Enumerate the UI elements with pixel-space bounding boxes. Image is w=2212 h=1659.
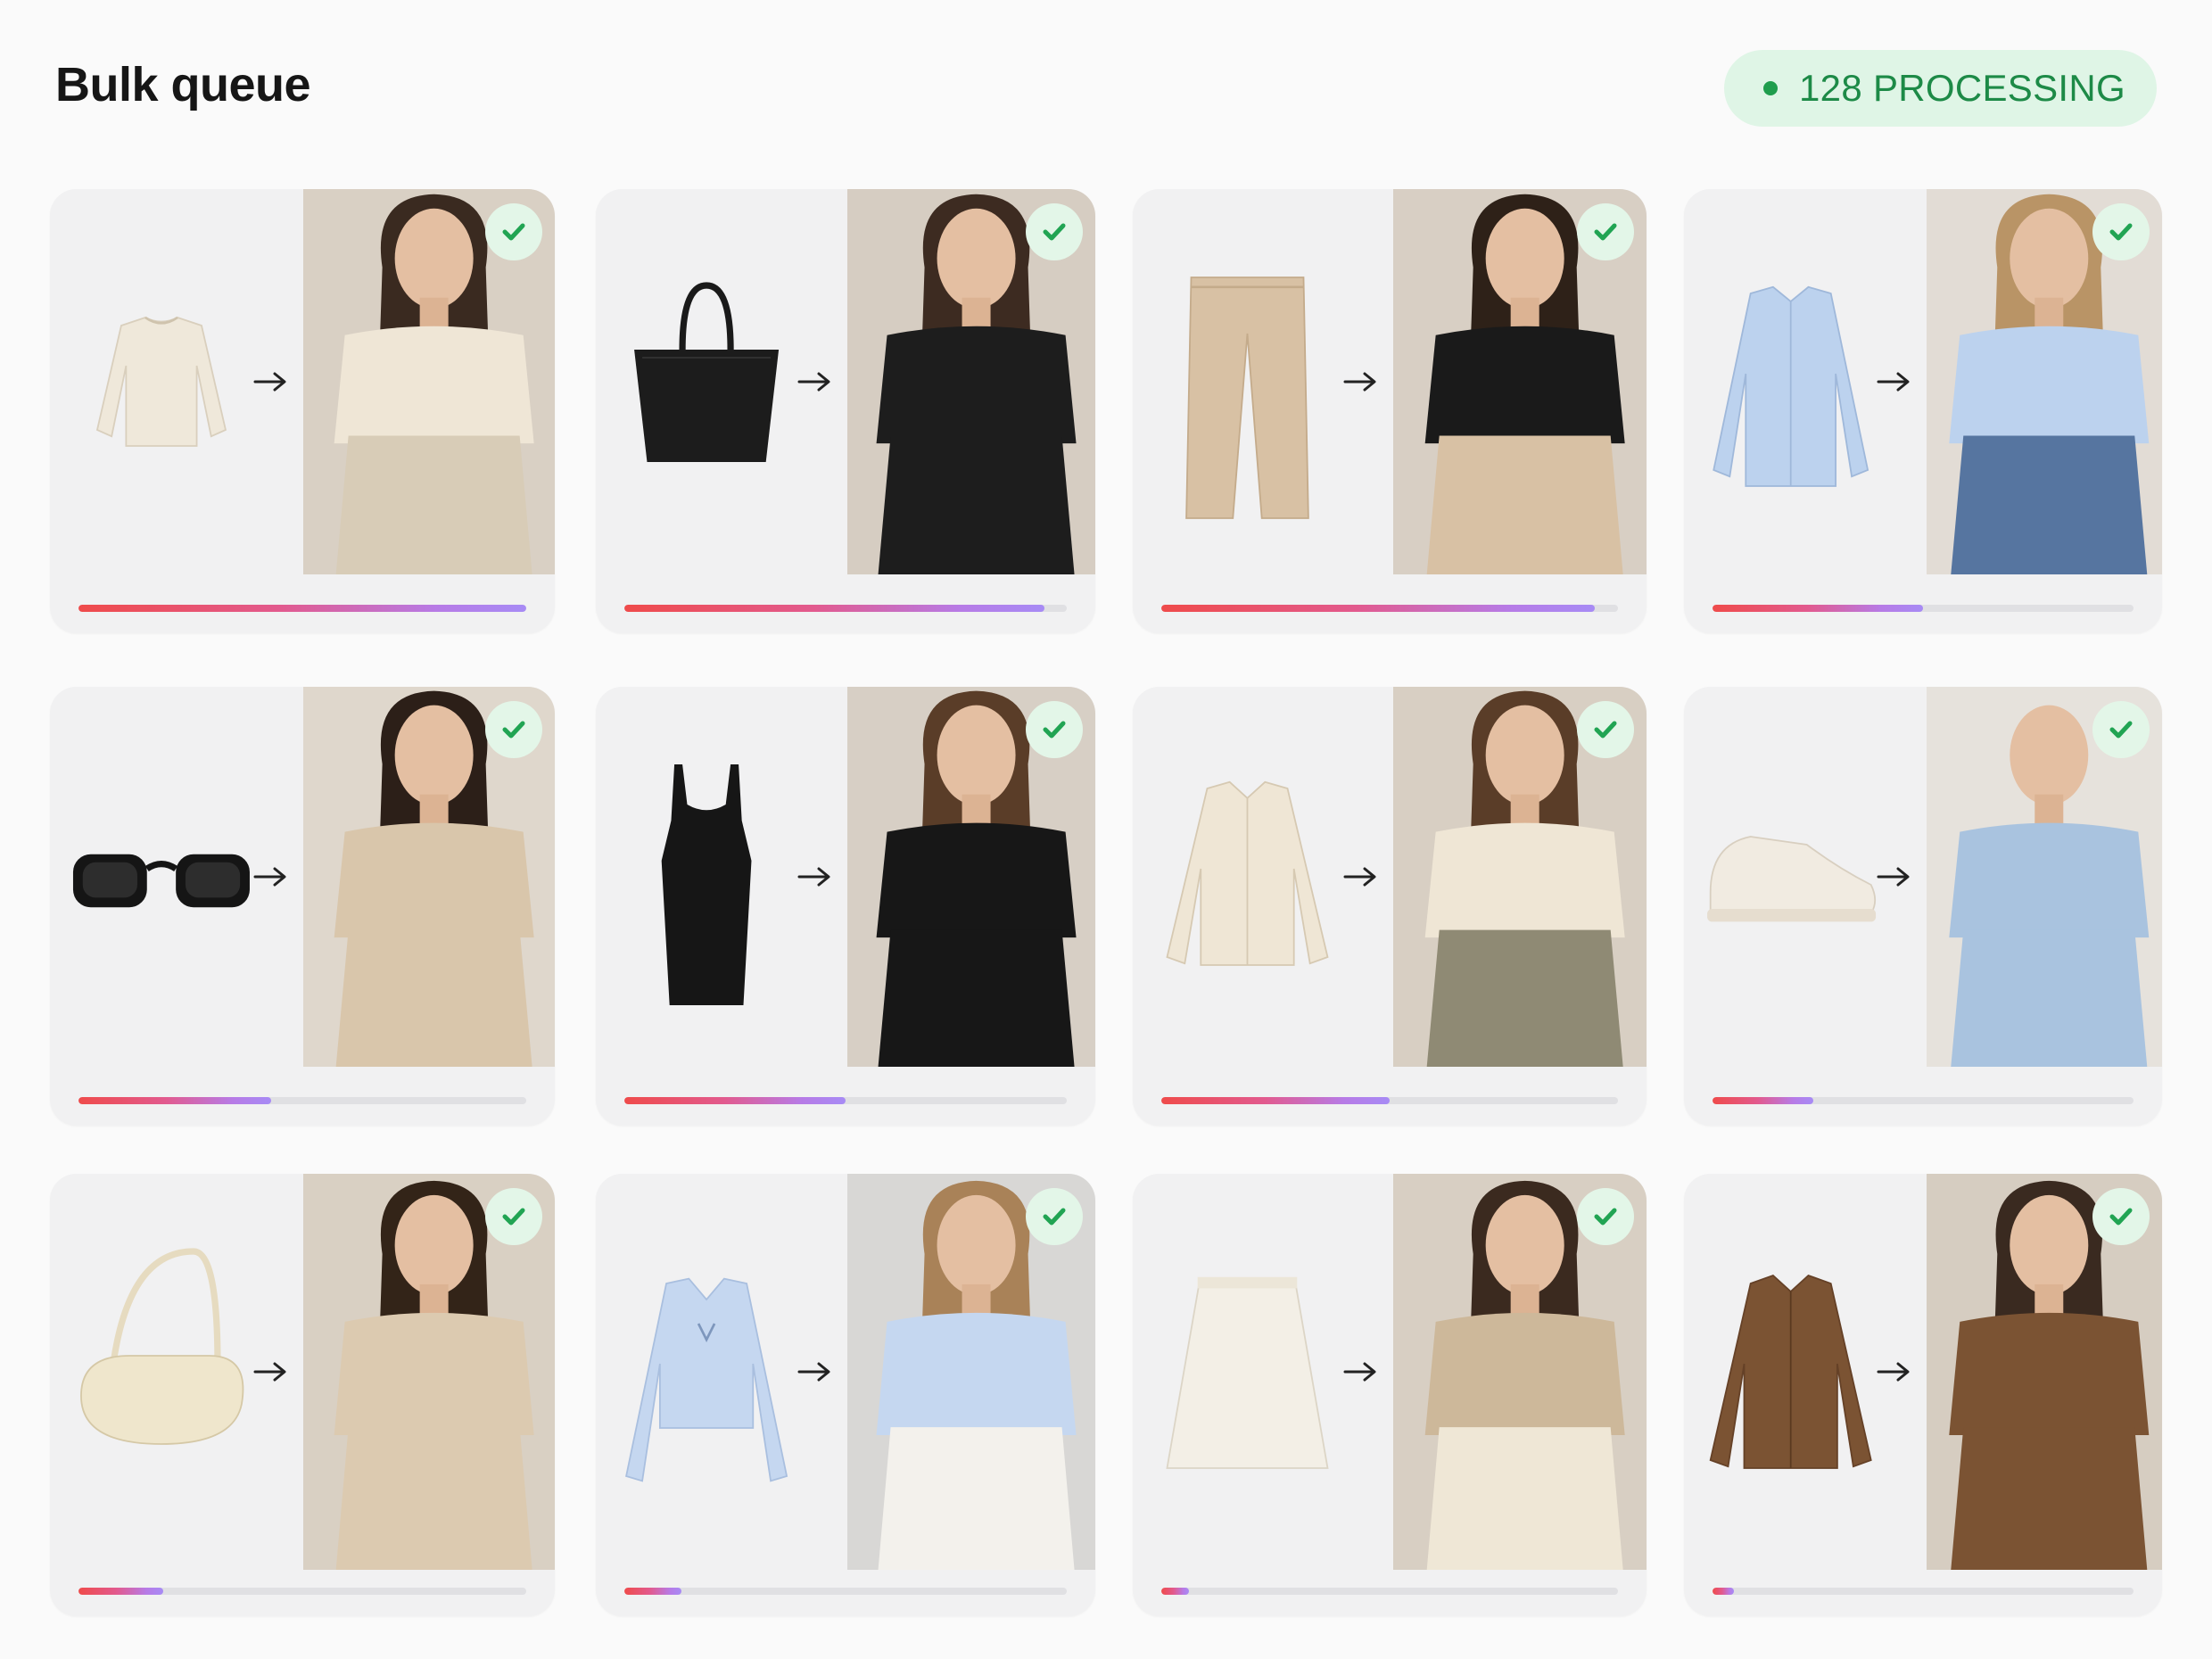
arrow-right-icon <box>253 1361 289 1382</box>
queue-card[interactable] <box>1684 189 2162 633</box>
progress-fill <box>1713 1588 1734 1595</box>
progress-bar <box>1713 1588 2134 1595</box>
queue-card[interactable] <box>50 687 555 1126</box>
progress-bar <box>78 1097 526 1104</box>
queue-card[interactable] <box>1133 1174 1647 1616</box>
progress-fill <box>78 605 526 612</box>
progress-fill <box>1161 1588 1189 1595</box>
progress-fill <box>624 605 1045 612</box>
header: Bulk queue 128 PROCESSING <box>0 0 2212 169</box>
progress-bar <box>1161 1588 1618 1595</box>
progress-bar <box>78 605 526 612</box>
queue-card[interactable] <box>50 189 555 633</box>
checkmark-icon <box>2092 701 2150 758</box>
checkmark-icon <box>1577 1188 1634 1245</box>
checkmark-icon <box>485 701 542 758</box>
checkmark-icon <box>485 203 542 260</box>
progress-bar <box>1161 605 1618 612</box>
progress-bar <box>1161 1097 1618 1104</box>
arrow-right-icon <box>253 866 289 887</box>
progress-bar <box>624 1588 1067 1595</box>
queue-card[interactable] <box>50 1174 555 1616</box>
progress-fill <box>78 1588 164 1595</box>
arrow-right-icon <box>1343 1361 1379 1382</box>
progress-fill <box>78 1097 271 1104</box>
queue-card[interactable] <box>596 189 1095 633</box>
checkmark-icon <box>1577 203 1634 260</box>
queue-card[interactable] <box>1133 687 1647 1126</box>
queue-card[interactable] <box>596 687 1095 1126</box>
checkmark-icon <box>485 1188 542 1245</box>
checkmark-icon <box>1577 701 1634 758</box>
arrow-right-icon <box>797 866 833 887</box>
progress-fill <box>624 1588 682 1595</box>
arrow-right-icon <box>253 371 289 392</box>
arrow-right-icon <box>1877 371 1912 392</box>
progress-bar <box>624 1097 1067 1104</box>
progress-fill <box>624 1097 846 1104</box>
status-dot-icon <box>1763 81 1778 95</box>
progress-fill <box>1161 1097 1390 1104</box>
progress-bar <box>624 605 1067 612</box>
arrow-right-icon <box>797 1361 833 1382</box>
checkmark-icon <box>1026 203 1083 260</box>
page-title: Bulk queue <box>55 58 311 111</box>
arrow-right-icon <box>797 371 833 392</box>
progress-bar <box>78 1588 526 1595</box>
checkmark-icon <box>1026 701 1083 758</box>
queue-card[interactable] <box>596 1174 1095 1616</box>
arrow-right-icon <box>1343 371 1379 392</box>
queue-card[interactable] <box>1684 1174 2162 1616</box>
arrow-right-icon <box>1877 1361 1912 1382</box>
processing-count-label: 128 PROCESSING <box>1799 67 2125 109</box>
queue-card[interactable] <box>1133 189 1647 633</box>
progress-fill <box>1161 605 1596 612</box>
progress-bar <box>1713 605 2134 612</box>
progress-fill <box>1713 1097 1814 1104</box>
arrow-right-icon <box>1343 866 1379 887</box>
progress-fill <box>1713 605 1923 612</box>
progress-bar <box>1713 1097 2134 1104</box>
checkmark-icon <box>2092 1188 2150 1245</box>
processing-status-badge: 128 PROCESSING <box>1724 50 2157 127</box>
queue-card[interactable] <box>1684 687 2162 1126</box>
checkmark-icon <box>1026 1188 1083 1245</box>
arrow-right-icon <box>1877 866 1912 887</box>
checkmark-icon <box>2092 203 2150 260</box>
